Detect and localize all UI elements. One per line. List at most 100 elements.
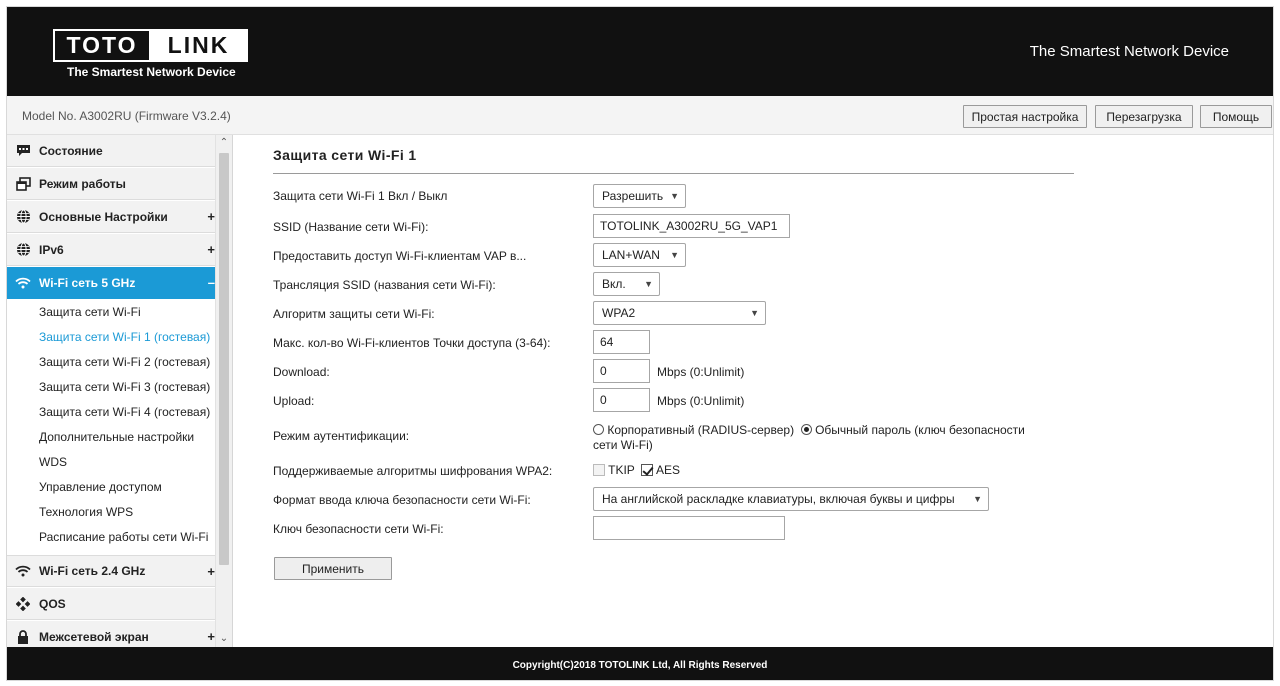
sidebar-subitem-access-control[interactable]: Управление доступом [39, 480, 162, 494]
enable-select-value: Разрешить [602, 189, 664, 203]
download-label: Download: [273, 365, 330, 379]
sidebar-subitem-wps[interactable]: Технология WPS [39, 505, 133, 519]
access-select-value: LAN+WAN [602, 248, 660, 262]
access-select[interactable]: LAN+WAN ▼ [593, 243, 686, 267]
sidebar-item-label: QOS [39, 596, 66, 611]
sidebar-item-wifi-24ghz[interactable]: Wi-Fi сеть 2.4 GHz + [7, 555, 215, 587]
header-bar: TOTO LINK The Smartest Network Device Th… [7, 7, 1273, 96]
quick-setup-button[interactable]: Простая настройка [963, 105, 1087, 128]
sidebar-item-ipv6[interactable]: IPv6 + [7, 234, 215, 266]
chevron-down-icon: ▼ [670, 191, 679, 201]
router-admin-window: TOTO LINK The Smartest Network Device Th… [6, 6, 1274, 681]
wifi-icon [15, 563, 31, 579]
cipher-label: Поддерживаемые алгоритмы шифрования WPA2… [273, 464, 553, 478]
enable-select[interactable]: Разрешить ▼ [593, 184, 686, 208]
footer-copyright: Copyright(C)2018 TOTOLINK Ltd, All Right… [7, 647, 1273, 680]
access-label: Предоставить доступ Wi-Fi-клиентам VAP в… [273, 249, 527, 263]
sidebar-item-firewall[interactable]: Межсетевой экран + [7, 621, 215, 647]
chevron-down-icon: ▼ [973, 494, 982, 504]
qos-icon [15, 596, 31, 612]
upload-input[interactable]: 0 [593, 388, 650, 412]
totolink-logo: TOTO LINK [53, 29, 248, 62]
sidebar-item-label: Wi-Fi сеть 2.4 GHz [39, 564, 146, 578]
key-format-label: Формат ввода ключа безопасности сети Wi-… [273, 493, 531, 507]
expand-plus-icon: + [207, 242, 215, 257]
algorithm-select[interactable]: WPA2 ▼ [593, 301, 766, 325]
collapse-minus-icon: – [207, 275, 215, 290]
sidebar-item-qos[interactable]: QOS [7, 588, 215, 620]
chevron-down-icon: ▼ [750, 308, 759, 318]
tkip-label: TKIP [608, 463, 635, 477]
key-input[interactable] [593, 516, 785, 540]
auth-enterprise-radio[interactable] [593, 424, 604, 435]
sidebar-subitem-advanced[interactable]: Дополнительные настройки [39, 430, 194, 444]
ssid-label: SSID (Название сети Wi-Fi): [273, 220, 429, 234]
sidebar-menu: Состояние Режим работы Основные Настройк… [7, 135, 233, 647]
sidebar-item-basic-settings[interactable]: Основные Настройки + [7, 201, 215, 233]
logo-tagline: The Smartest Network Device [67, 65, 236, 79]
sidebar-subitem-schedule[interactable]: Расписание работы сети Wi-Fi [39, 530, 208, 544]
auth-enterprise-label[interactable]: Корпоративный (RADIUS-сервер) [607, 423, 794, 437]
sidebar-item-label: Wi-Fi сеть 5 GHz [39, 275, 136, 290]
sidebar-subitem-wifi4-guest[interactable]: Защита сети Wi-Fi 4 (гостевая) [39, 405, 210, 419]
auth-personal-label-cont: сети Wi-Fi) [593, 438, 653, 452]
sidebar-subitem-wds[interactable]: WDS [39, 455, 67, 469]
sidebar-item-label: Основные Настройки [39, 209, 168, 224]
enable-label: Защита сети Wi-Fi 1 Вкл / Выкл [273, 189, 448, 203]
sidebar-item-label: Режим работы [39, 176, 126, 191]
sidebar-subitem-wifi-security[interactable]: Защита сети Wi-Fi [39, 305, 141, 319]
sidebar-scrollbar[interactable]: ⌃ ⌄ [215, 135, 232, 647]
tkip-checkbox[interactable] [593, 464, 605, 476]
download-input[interactable]: 0 [593, 359, 650, 383]
scrollbar-thumb[interactable] [219, 153, 229, 565]
scroll-down-icon[interactable]: ⌄ [216, 631, 232, 647]
sidebar-item-mode[interactable]: Режим работы [7, 168, 215, 200]
reboot-button[interactable]: Перезагрузка [1095, 105, 1193, 128]
title-divider [273, 173, 1074, 174]
page-title: Защита сети Wi-Fi 1 [273, 147, 417, 163]
logo-right-text: LINK [149, 29, 248, 62]
key-format-select-value: На английской раскладке клавиатуры, вклю… [602, 492, 955, 506]
sidebar-subitem-wifi2-guest[interactable]: Защита сети Wi-Fi 2 (гостевая) [39, 355, 210, 369]
broadcast-label: Трансляция SSID (названия сети Wi-Fi): [273, 278, 496, 292]
key-format-select[interactable]: На английской раскладке клавиатуры, вклю… [593, 487, 989, 511]
sidebar-item-wifi-5ghz[interactable]: Wi-Fi сеть 5 GHz – [7, 267, 215, 299]
sidebar-subitem-wifi3-guest[interactable]: Защита сети Wi-Fi 3 (гостевая) [39, 380, 210, 394]
aes-checkbox[interactable] [641, 464, 654, 476]
algorithm-label: Алгоритм защиты сети Wi-Fi: [273, 307, 435, 321]
chevron-down-icon: ▼ [644, 279, 653, 289]
logo-left-text: TOTO [53, 29, 149, 62]
expand-plus-icon: + [207, 563, 215, 579]
key-label: Ключ безопасности сети Wi-Fi: [273, 522, 444, 536]
expand-plus-icon: + [207, 209, 215, 224]
globe-icon [15, 242, 31, 258]
sidebar-item-label: Межсетевой экран [39, 629, 149, 644]
apply-button[interactable]: Применить [274, 557, 392, 580]
sidebar-item-label: Состояние [39, 143, 103, 158]
sidebar-item-status[interactable]: Состояние [7, 135, 215, 167]
auth-personal-radio[interactable] [800, 424, 812, 435]
chevron-down-icon: ▼ [670, 250, 679, 260]
broadcast-select[interactable]: Вкл. ▼ [593, 272, 660, 296]
algorithm-select-value: WPA2 [602, 306, 636, 320]
wifi-icon [15, 275, 31, 291]
expand-plus-icon: + [207, 629, 215, 644]
upload-unit: Mbps (0:Unlimit) [657, 394, 745, 408]
model-bar: Model No. A3002RU (Firmware V3.2.4) Прос… [7, 96, 1273, 135]
ssid-input[interactable]: TOTOLINK_A3002RU_5G_VAP1 [593, 214, 790, 238]
download-unit: Mbps (0:Unlimit) [657, 365, 745, 379]
aes-label: AES [655, 463, 680, 477]
scroll-up-icon[interactable]: ⌃ [216, 135, 232, 151]
sidebar-item-label: IPv6 [39, 242, 64, 257]
max-clients-label: Макс. кол-во Wi-Fi-клиентов Точки доступ… [273, 336, 551, 350]
windows-icon [15, 176, 31, 192]
header-slogan: The Smartest Network Device [1029, 43, 1229, 60]
model-number: Model No. A3002RU (Firmware V3.2.4) [22, 109, 231, 123]
auth-mode-group: Корпоративный (RADIUS-сервер) Обычный па… [593, 423, 1063, 453]
help-button[interactable]: Помощь [1200, 105, 1272, 128]
sidebar-subitem-wifi1-guest[interactable]: Защита сети Wi-Fi 1 (гостевая) [39, 330, 210, 344]
globe-icon [15, 209, 31, 225]
auth-personal-label[interactable]: Обычный пароль (ключ безопасности [815, 423, 1025, 437]
chat-bubble-icon [15, 143, 31, 159]
max-clients-input[interactable]: 64 [593, 330, 650, 354]
